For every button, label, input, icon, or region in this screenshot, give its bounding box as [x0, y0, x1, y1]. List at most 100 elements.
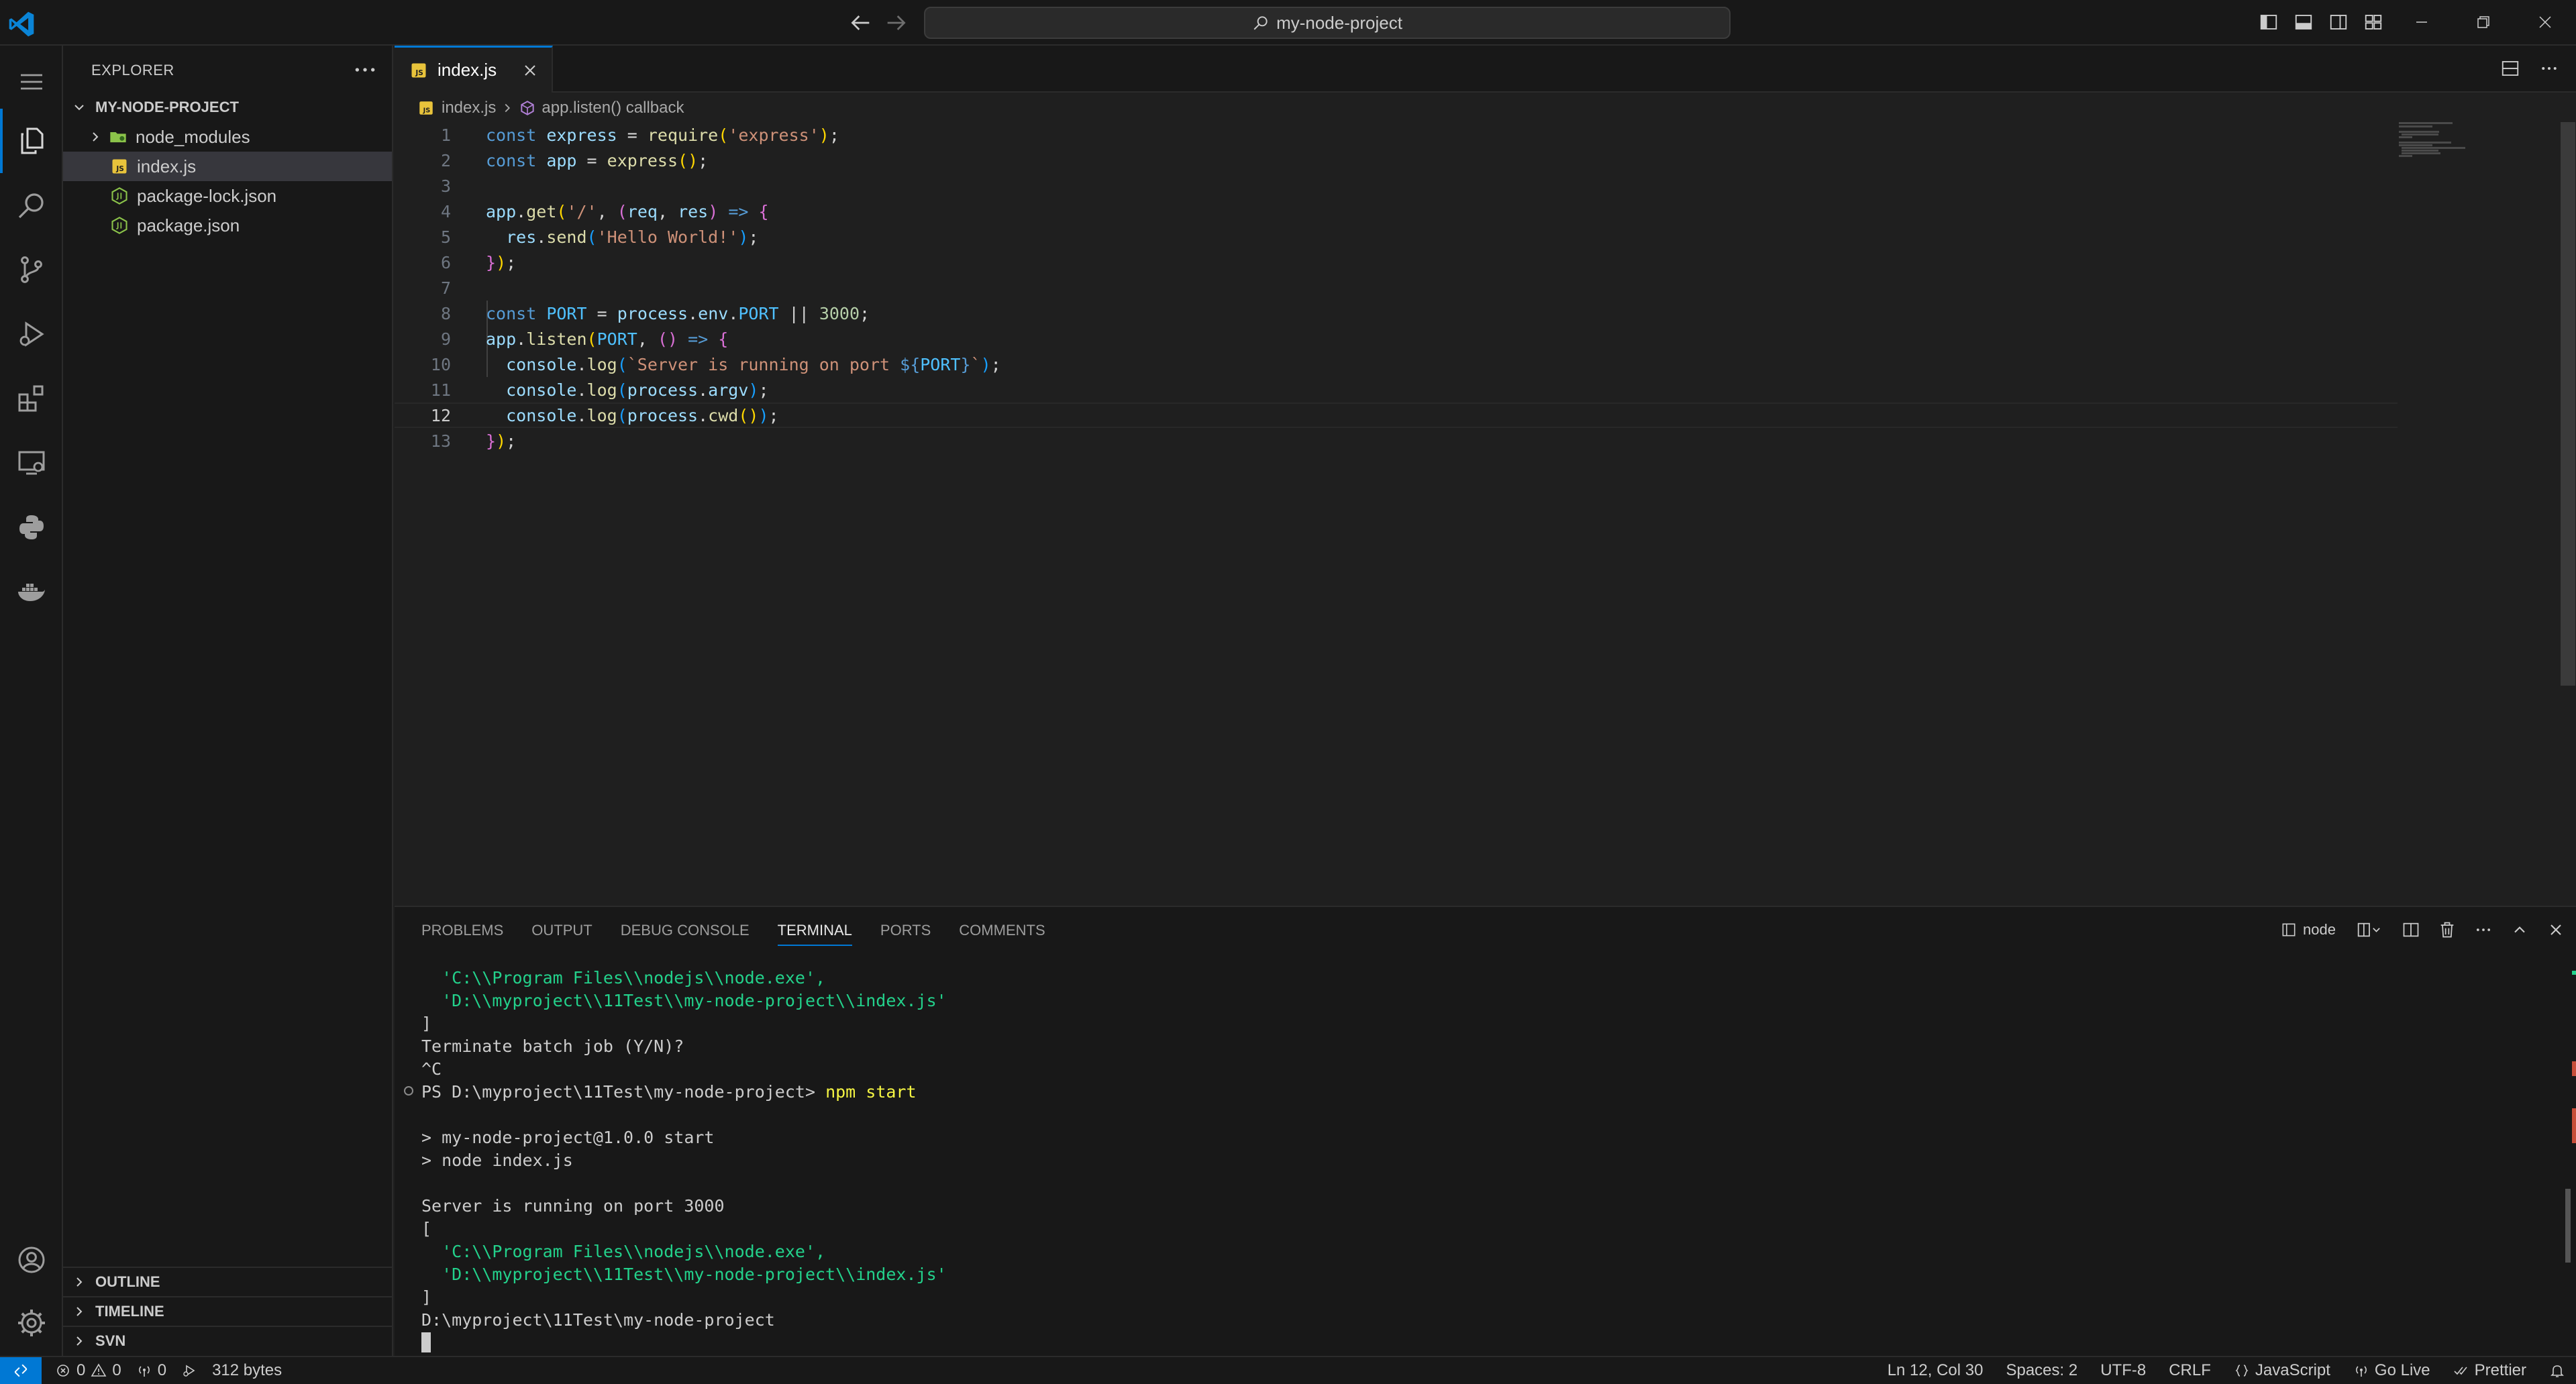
terminal-line: ]	[421, 1287, 432, 1307]
breadcrumb-symbol[interactable]: app.listen() callback	[542, 99, 684, 117]
terminal-overview-mark	[2572, 1108, 2576, 1143]
end-of-line[interactable]: CRLF	[2169, 1361, 2211, 1380]
restore-icon[interactable]	[2453, 0, 2514, 44]
maximize-panel-icon[interactable]	[2506, 916, 2533, 943]
editor-scrollbar[interactable]	[2558, 122, 2576, 906]
code-line-text: console.log(process.argv);	[506, 380, 769, 400]
terminal-cursor	[421, 1332, 431, 1352]
broadcast-icon	[2356, 1366, 2367, 1377]
line-number: 11	[430, 380, 451, 400]
remote-indicator[interactable]	[0, 1357, 42, 1384]
terminal-selector[interactable]: node	[2280, 921, 2336, 939]
run-debug-icon[interactable]	[0, 302, 63, 366]
go-live-button[interactable]: Go Live	[2353, 1361, 2430, 1380]
language-mode[interactable]: JavaScript	[2234, 1361, 2330, 1380]
line-number: 9	[440, 329, 451, 349]
minimap[interactable]	[2399, 122, 2466, 162]
toggle-secondary-sidebar-icon[interactable]	[2321, 0, 2356, 44]
manage-gear-icon[interactable]	[0, 1291, 63, 1355]
close-panel-icon[interactable]	[2542, 916, 2569, 943]
more-actions-icon[interactable]	[352, 56, 378, 83]
project-name: MY-NODE-PROJECT	[95, 99, 239, 115]
trash-icon[interactable]	[2434, 916, 2461, 943]
debug-alt-icon	[183, 1365, 195, 1377]
tree-item-package-json[interactable]: package.json	[63, 211, 392, 240]
outline-section-header[interactable]: OUTLINE	[63, 1267, 392, 1296]
extensions-icon[interactable]	[0, 366, 63, 431]
remote-icon	[14, 1364, 28, 1377]
source-control-icon[interactable]	[0, 237, 63, 302]
prettier-status[interactable]: Prettier	[2453, 1361, 2526, 1380]
scrollbar-thumb[interactable]	[2561, 122, 2575, 686]
terminal-line: Terminate batch job (Y/N)?	[421, 1036, 684, 1056]
encoding[interactable]: UTF-8	[2100, 1361, 2146, 1380]
terminal-cursor-line	[421, 1331, 431, 1354]
line-number: 10	[430, 354, 451, 374]
terminal-line: ^C	[421, 1059, 442, 1079]
indentation[interactable]: Spaces: 2	[2006, 1361, 2077, 1380]
command-decoration-icon[interactable]	[404, 1086, 413, 1096]
split-editor-icon[interactable]	[2497, 55, 2524, 82]
toggle-panel-icon[interactable]	[2286, 0, 2321, 44]
forwarded-ports-status[interactable]: 0	[136, 1361, 166, 1380]
split-terminal-icon[interactable]	[2398, 916, 2424, 943]
tab-terminal[interactable]: TERMINAL	[777, 922, 852, 946]
code-editor[interactable]: 1 const express = require('express'); 2 …	[395, 122, 2555, 906]
code-line: 2 const app = express();	[395, 148, 2408, 173]
minimize-icon[interactable]	[2391, 0, 2453, 44]
editor-tabs: JS index.js	[395, 46, 2576, 93]
svn-section-header[interactable]: SVN	[63, 1326, 392, 1355]
notifications-button[interactable]	[2549, 1363, 2565, 1379]
command-center-search[interactable]: my-node-project	[924, 7, 1731, 39]
terminal-scrollbar[interactable]	[2565, 1189, 2571, 1263]
line-number: 2	[440, 150, 451, 170]
cursor-position[interactable]: Ln 12, Col 30	[1888, 1361, 1983, 1380]
tab-ports[interactable]: PORTS	[880, 922, 931, 946]
code-line: 4 app.get('/', (req, res) => {	[395, 199, 2408, 224]
close-tab-icon[interactable]	[521, 61, 539, 80]
terminal-overview-mark	[2572, 1061, 2576, 1076]
panel-more-actions-icon[interactable]	[2470, 916, 2497, 943]
problems-status[interactable]: 0 0	[55, 1361, 121, 1380]
section-title: TIMELINE	[95, 1303, 164, 1320]
explorer-icon[interactable]	[0, 109, 63, 173]
new-terminal-dropdown-icon[interactable]	[2351, 916, 2388, 943]
menu-icon[interactable]	[0, 50, 63, 114]
code-line: 7	[395, 275, 2408, 301]
tab-output[interactable]: OUTPUT	[531, 922, 592, 946]
prettier-label: Prettier	[2474, 1361, 2526, 1379]
tab-label: index.js	[437, 60, 497, 80]
bottom-panel: PROBLEMS OUTPUT DEBUG CONSOLE TERMINAL P…	[395, 906, 2576, 1356]
breadcrumb-file[interactable]: index.js	[442, 99, 496, 117]
tree-item-node-modules[interactable]: node_modules	[63, 122, 392, 152]
tab-problems[interactable]: PROBLEMS	[421, 922, 503, 946]
toggle-primary-sidebar-icon[interactable]	[2251, 0, 2286, 44]
accounts-icon[interactable]	[0, 1228, 63, 1292]
run-status[interactable]	[181, 1363, 197, 1379]
python-icon[interactable]	[0, 495, 63, 560]
timeline-section-header[interactable]: TIMELINE	[63, 1296, 392, 1326]
tab-debug-console[interactable]: DEBUG CONSOLE	[621, 922, 750, 946]
editor-more-actions-icon[interactable]	[2536, 55, 2563, 82]
tab-index-js[interactable]: JS index.js	[395, 46, 553, 93]
project-folder-header[interactable]: MY-NODE-PROJECT	[63, 93, 392, 122]
line-number: 1	[440, 125, 451, 145]
back-arrow-icon[interactable]	[847, 9, 874, 36]
search-icon[interactable]	[0, 173, 63, 237]
terminal-line: 'C:\\Program Files\\nodejs\\node.exe',	[421, 1241, 826, 1261]
tree-item-package-lock-json[interactable]: package-lock.json	[63, 181, 392, 211]
terminal-prompt: PS D:\myproject\11Test\my-node-project>	[421, 1081, 826, 1102]
code-line-text: });	[486, 252, 517, 272]
code-line-text: const PORT = process.env.PORT || 3000;	[486, 303, 870, 323]
terminal-line: 'D:\\myproject\\11Test\\my-node-project\…	[421, 1264, 947, 1284]
tab-comments[interactable]: COMMENTS	[959, 922, 1045, 946]
tree-item-index-js[interactable]: JS index.js	[63, 152, 392, 181]
code-line: 9 app.listen(PORT, () => {	[395, 326, 2408, 352]
warning-count: 0	[112, 1361, 121, 1379]
customize-layout-icon[interactable]	[2356, 0, 2391, 44]
close-window-icon[interactable]	[2514, 0, 2576, 44]
docker-icon[interactable]	[0, 560, 63, 624]
forward-arrow-icon[interactable]	[883, 9, 910, 36]
code-line: 11 console.log(process.argv);	[395, 377, 2408, 403]
remote-explorer-icon[interactable]	[0, 431, 63, 495]
